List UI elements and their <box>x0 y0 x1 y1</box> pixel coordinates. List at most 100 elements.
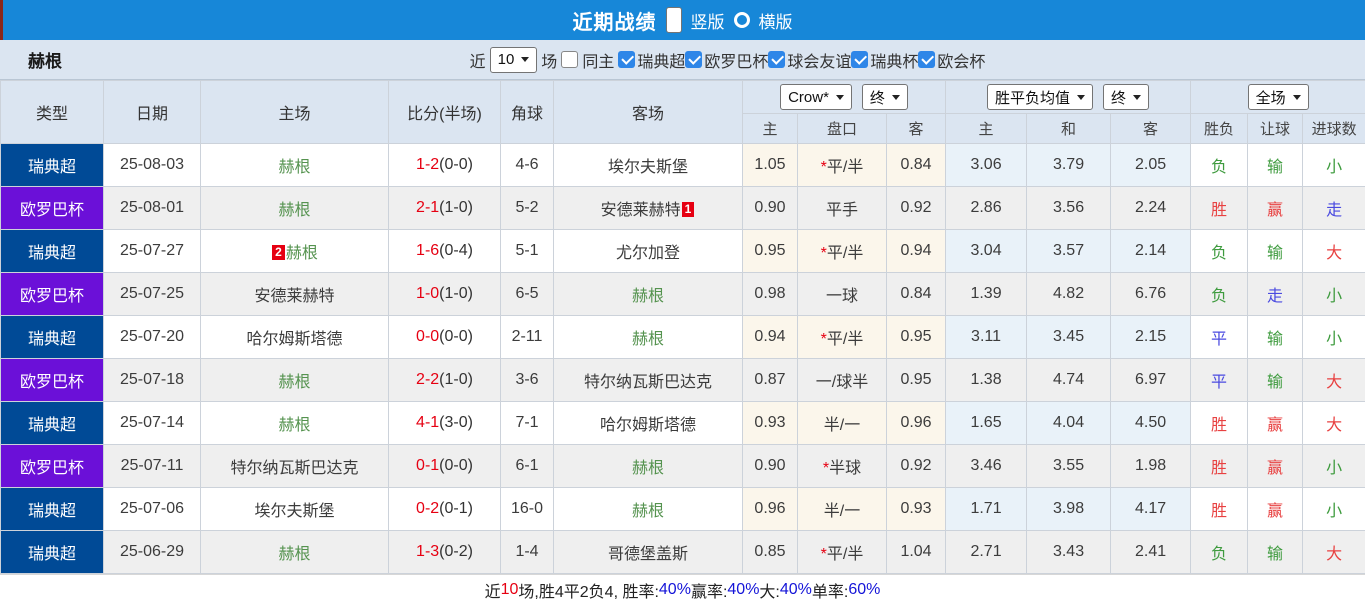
avg-lose-cell: 2.15 <box>1111 316 1191 359</box>
handicap-cell: 半/一 <box>798 488 887 531</box>
header-away: 客场 <box>554 81 743 144</box>
goals-cell: 小 <box>1303 316 1365 359</box>
handicap-result-cell: 赢 <box>1248 402 1303 445</box>
result-cell: 平 <box>1191 359 1248 402</box>
scope-select[interactable]: 全场 <box>1248 84 1309 110</box>
home-cell: 安德莱赫特 <box>201 273 389 316</box>
result-cell: 负 <box>1191 230 1248 273</box>
subheader-goals: 进球数 <box>1303 114 1365 144</box>
handicap-result-cell: 输 <box>1248 531 1303 574</box>
handicap-cell: *平/半 <box>798 230 887 273</box>
full-score: 0-2 <box>416 500 439 517</box>
half-score: (0-4) <box>439 242 473 259</box>
away-cell: 哥德堡盖斯 <box>554 531 743 574</box>
full-score: 4-1 <box>416 414 439 431</box>
result-cell: 负 <box>1191 144 1248 187</box>
header-type: 类型 <box>1 81 104 144</box>
avg-win-cell: 3.11 <box>946 316 1027 359</box>
home-cell: 赫根 <box>201 402 389 445</box>
same-home-label: 同主 <box>582 48 614 72</box>
home-cell: 赫根 <box>201 531 389 574</box>
score-cell: 0-0(0-0) <box>389 316 501 359</box>
date-cell: 25-08-01 <box>104 187 201 230</box>
handicap-cell: *平/半 <box>798 144 887 187</box>
league-filter-item: 瑞典超 <box>618 48 685 72</box>
league-cell: 瑞典超 <box>1 531 104 574</box>
footer-segment: 场,胜4平2负4, 胜率: <box>518 578 658 602</box>
avg-draw-cell: 4.04 <box>1027 402 1111 445</box>
handicap-cell: *平/半 <box>798 316 887 359</box>
table-row: 欧罗巴杯 25-07-25 安德莱赫特 1-0(1-0) 6-5 赫根 0.98… <box>1 273 1365 316</box>
horizontal-layout-label[interactable]: 横版 <box>759 8 793 33</box>
goals-cell: 小 <box>1303 488 1365 531</box>
header-corners: 角球 <box>501 81 554 144</box>
near-label: 近 <box>470 48 486 72</box>
avg-win-cell: 3.46 <box>946 445 1027 488</box>
handicap-text: 半球 <box>829 460 861 477</box>
avg-win-cell: 1.39 <box>946 273 1027 316</box>
chevron-down-icon <box>1077 95 1085 100</box>
score-cell: 1-2(0-0) <box>389 144 501 187</box>
odds-time-select[interactable]: 终 <box>862 84 908 110</box>
handicap-text: 半/一 <box>824 503 860 520</box>
score-cell: 1-6(0-4) <box>389 230 501 273</box>
goals-cell: 小 <box>1303 144 1365 187</box>
table-row: 欧罗巴杯 25-08-01 赫根 2-1(1-0) 5-2 安德莱赫特1 0.9… <box>1 187 1365 230</box>
league-checkbox[interactable] <box>918 51 935 68</box>
result-cell: 负 <box>1191 273 1248 316</box>
odds-away-cell: 0.95 <box>887 316 946 359</box>
handicap-text: 平手 <box>826 202 858 219</box>
odds-away-cell: 1.04 <box>887 531 946 574</box>
goals-cell: 大 <box>1303 230 1365 273</box>
result-cell: 胜 <box>1191 488 1248 531</box>
avg-draw-cell: 3.55 <box>1027 445 1111 488</box>
odds-away-cell: 0.95 <box>887 359 946 402</box>
vertical-layout-radio[interactable] <box>666 7 682 33</box>
half-score: (1-0) <box>439 199 473 216</box>
corners-cell: 3-6 <box>501 359 554 402</box>
league-checkbox[interactable] <box>685 51 702 68</box>
away-team: 埃尔夫斯堡 <box>608 159 688 176</box>
footer-segment: 单率: <box>812 578 848 602</box>
odds-home-cell: 0.93 <box>743 402 798 445</box>
avg-lose-cell: 1.98 <box>1111 445 1191 488</box>
league-checkbox[interactable] <box>851 51 868 68</box>
odds-home-cell: 0.94 <box>743 316 798 359</box>
avg-metric-select[interactable]: 胜平负均值 <box>987 84 1093 110</box>
league-checkbox[interactable] <box>768 51 785 68</box>
avg-win-cell: 1.65 <box>946 402 1027 445</box>
table-row: 瑞典超 25-08-03 赫根 1-2(0-0) 4-6 埃尔夫斯堡 1.05 … <box>1 144 1365 187</box>
odds-company-select[interactable]: Crow* <box>780 84 852 110</box>
home-team: 赫根 <box>286 245 318 262</box>
away-team: 特尔纳瓦斯巴达克 <box>584 374 712 391</box>
score-cell: 2-1(1-0) <box>389 187 501 230</box>
subheader-result: 胜负 <box>1191 114 1248 144</box>
horizontal-layout-radio[interactable] <box>734 12 750 28</box>
odds-home-cell: 0.85 <box>743 531 798 574</box>
handicap-text: 平/半 <box>827 546 863 563</box>
result-cell: 负 <box>1191 531 1248 574</box>
same-home-checkbox[interactable] <box>561 51 578 68</box>
league-checkbox[interactable] <box>618 51 635 68</box>
avg-time-select[interactable]: 终 <box>1103 84 1149 110</box>
corners-cell: 6-1 <box>501 445 554 488</box>
handicap-result-cell: 赢 <box>1248 445 1303 488</box>
half-score: (0-0) <box>439 328 473 345</box>
handicap-result-cell: 输 <box>1248 359 1303 402</box>
handicap-result-cell: 赢 <box>1248 488 1303 531</box>
match-count-select[interactable]: 10 <box>490 47 538 73</box>
league-cell: 欧罗巴杯 <box>1 445 104 488</box>
goals-cell: 小 <box>1303 273 1365 316</box>
away-cell: 特尔纳瓦斯巴达克 <box>554 359 743 402</box>
home-team: 赫根 <box>278 417 310 434</box>
home-cell: 埃尔夫斯堡 <box>201 488 389 531</box>
vertical-layout-label[interactable]: 竖版 <box>691 8 725 33</box>
footer-segment: 40% <box>780 581 812 599</box>
half-score: (1-0) <box>439 285 473 302</box>
subheader-odds-home: 主 <box>743 114 798 144</box>
avg-lose-cell: 6.76 <box>1111 273 1191 316</box>
away-team: 赫根 <box>632 331 664 348</box>
full-score: 1-3 <box>416 543 439 560</box>
away-cell: 安德莱赫特1 <box>554 187 743 230</box>
header-date: 日期 <box>104 81 201 144</box>
